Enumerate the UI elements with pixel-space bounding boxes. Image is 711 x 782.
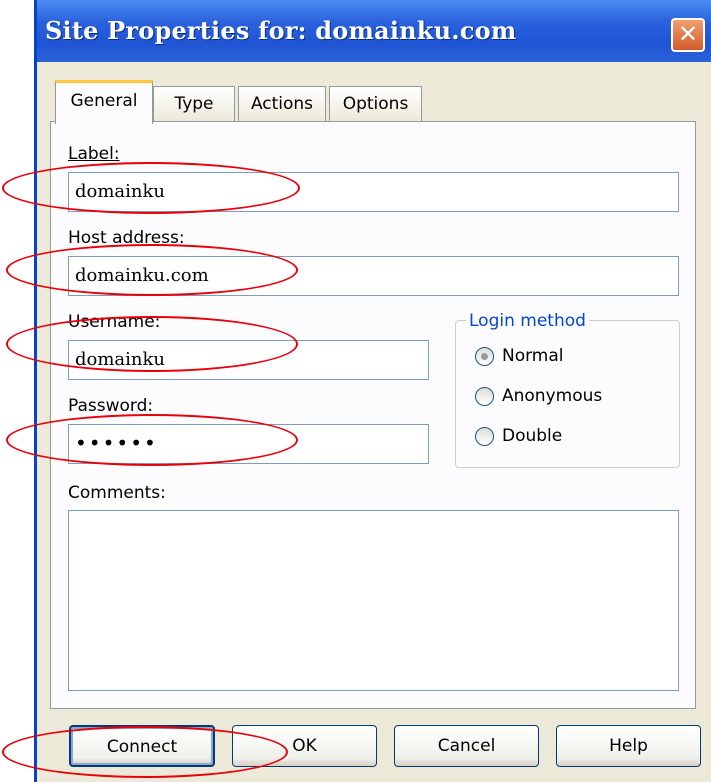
radio-normal-label: Normal — [502, 346, 564, 366]
radio-checked-icon[interactable] — [475, 347, 494, 366]
connect-button[interactable]: Connect — [69, 725, 215, 767]
host-address-input[interactable]: domainku.com — [68, 256, 679, 296]
username-input[interactable]: domainku — [68, 340, 429, 380]
label-caption: Label: — [68, 144, 120, 164]
label-input[interactable]: domainku — [68, 172, 679, 212]
ok-button[interactable]: OK — [232, 725, 377, 767]
radio-double-label: Double — [502, 426, 563, 446]
help-button[interactable]: Help — [556, 725, 701, 767]
cancel-button[interactable]: Cancel — [394, 725, 539, 767]
login-method-legend: Login method — [466, 311, 589, 331]
password-caption: Password: — [68, 396, 154, 416]
comments-textarea[interactable] — [68, 510, 679, 691]
close-icon[interactable]: ✕ — [671, 18, 705, 52]
radio-unchecked-icon[interactable] — [475, 427, 494, 446]
radio-anonymous-label: Anonymous — [502, 386, 603, 406]
password-input[interactable]: •••••• — [68, 424, 429, 464]
title-bar[interactable]: Site Properties for: domainku.com ✕ — [37, 0, 711, 62]
radio-unchecked-icon[interactable] — [475, 387, 494, 406]
window-title: Site Properties for: domainku.com — [45, 16, 517, 45]
tab-actions[interactable]: Actions — [238, 86, 326, 122]
tab-type[interactable]: Type — [153, 86, 235, 122]
tab-options[interactable]: Options — [329, 86, 422, 122]
username-caption: Username: — [68, 312, 161, 332]
host-address-caption: Host address: — [68, 228, 185, 248]
comments-caption: Comments: — [68, 483, 166, 503]
tab-general[interactable]: General — [55, 80, 153, 124]
